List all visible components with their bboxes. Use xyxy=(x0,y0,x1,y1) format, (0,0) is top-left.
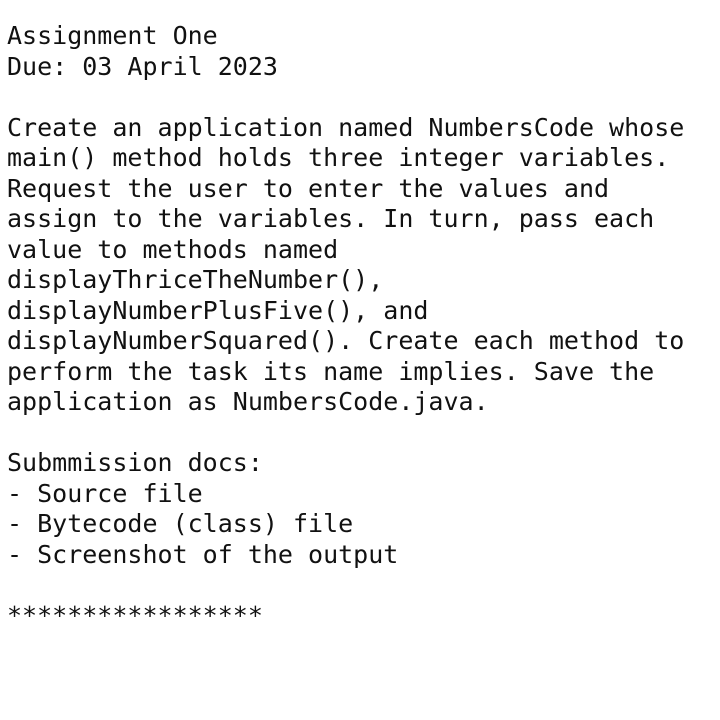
description-line: assign to the variables. In turn, pass e… xyxy=(7,204,655,233)
assignment-description: Create an application named NumbersCode … xyxy=(7,113,717,418)
assignment-document: Assignment One Due: 03 April 2023 Create… xyxy=(7,21,717,631)
description-line: displayNumberSquared(). Create each meth… xyxy=(7,326,685,355)
description-line: value to methods named xyxy=(7,234,339,264)
submission-section: Submmission docs: - Source file - Byteco… xyxy=(7,448,717,570)
submission-heading: Submmission docs: xyxy=(7,448,263,477)
description-line: perform the task its name implies. Save … xyxy=(7,356,655,386)
description-line: displayThriceTheNumber(), xyxy=(7,265,384,294)
submission-item: - Bytecode (class) file xyxy=(7,509,354,538)
submission-item: - Screenshot of the output xyxy=(7,539,399,569)
description-line: displayNumberPlusFive(), and xyxy=(7,295,429,325)
description-line: application as NumbersCode.java. xyxy=(7,387,489,416)
description-line: Request the user to enter the values and xyxy=(7,173,610,203)
description-line: Create an application named NumbersCode … xyxy=(7,112,685,142)
asterisk-divider: ***************** xyxy=(7,600,263,630)
assignment-title: Assignment One xyxy=(7,21,218,50)
submission-item: - Source file xyxy=(7,478,203,508)
description-line: main() method holds three integer variab… xyxy=(7,143,670,172)
due-date: Due: 03 April 2023 xyxy=(7,51,278,81)
